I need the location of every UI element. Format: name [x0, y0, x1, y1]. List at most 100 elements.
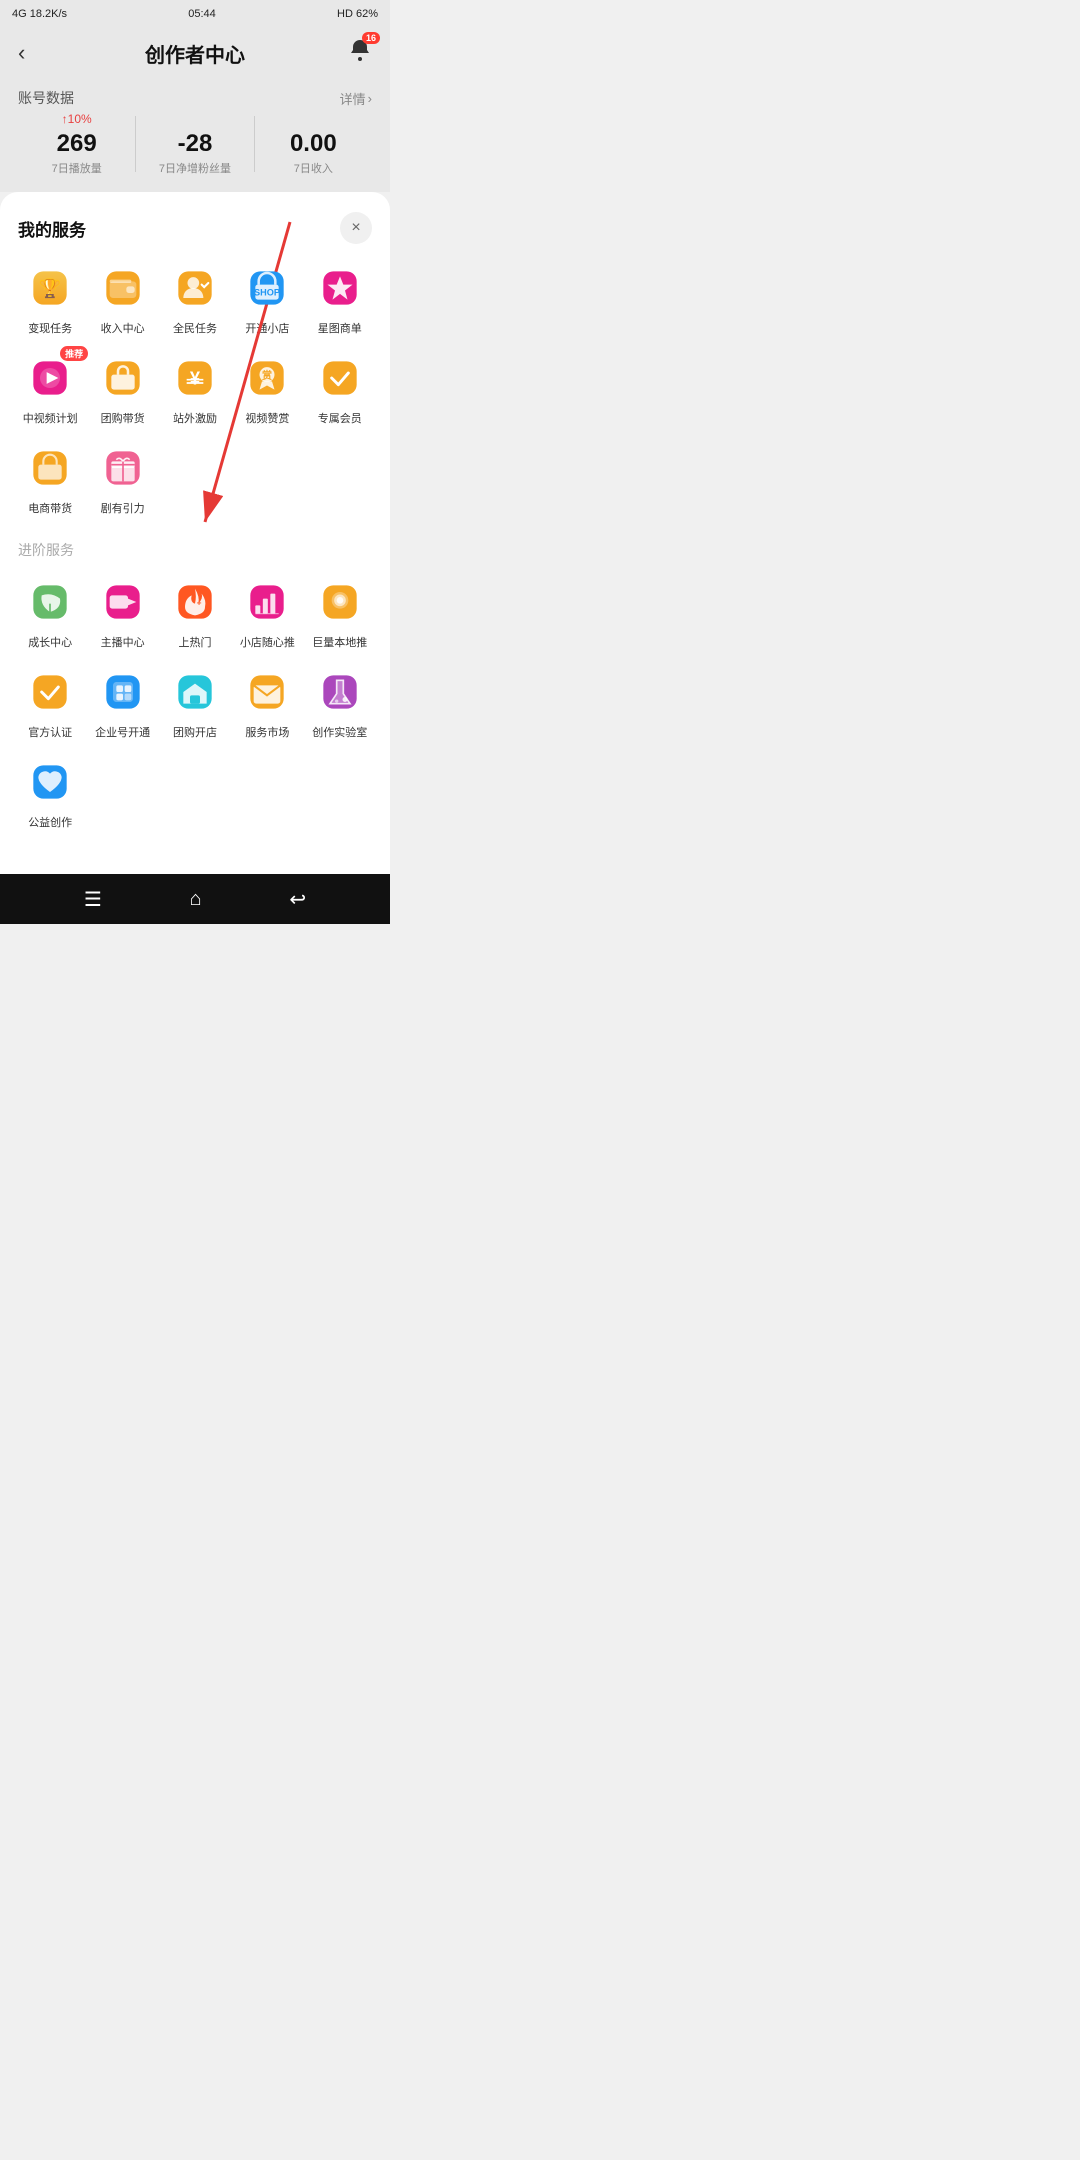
service-icon-zhubo: [97, 576, 149, 628]
service-item-shouru[interactable]: 收入中心: [90, 262, 154, 336]
service-label-juyou: 剧有引力: [101, 500, 145, 516]
service-item-quanmin[interactable]: 全民任务: [163, 262, 227, 336]
stat-plays: ↑10% 269 7日播放量: [18, 112, 135, 176]
service-icon-kaitong: SHOP: [241, 262, 293, 314]
service-item-chuangzuo[interactable]: 创作实验室: [308, 666, 372, 740]
service-label-kaitong: 开通小店: [245, 320, 289, 336]
service-item-guanfang[interactable]: 官方认证: [18, 666, 82, 740]
service-label-tuangouopen: 团购开店: [173, 724, 217, 740]
service-icon-zhuanshu: [314, 352, 366, 404]
stat-desc: 7日收入: [255, 160, 372, 176]
stat-fans: -28 7日净增粉丝量: [136, 112, 253, 176]
service-item-shipinzan[interactable]: 赏视频赞赏: [235, 352, 299, 426]
svg-text:SHOP: SHOP: [254, 288, 280, 298]
service-item-qiyehao[interactable]: 企业号开通: [90, 666, 154, 740]
service-item-juliang[interactable]: 巨量本地推: [308, 576, 372, 650]
service-icon-suixin: [241, 576, 293, 628]
service-item-fuwu[interactable]: 服务市场: [235, 666, 299, 740]
stat-desc: 7日播放量: [18, 160, 135, 176]
service-label-shangremen: 上热门: [178, 634, 211, 650]
service-label-suixin: 小店随心推: [240, 634, 295, 650]
nav-home-icon[interactable]: ⌂: [190, 888, 202, 911]
service-label-chuangzuo: 创作实验室: [312, 724, 367, 740]
svg-text:¥: ¥: [190, 368, 201, 389]
stats-header: 账号数据 详情 ›: [18, 88, 372, 108]
service-icon-bianzian: 🏆: [24, 262, 76, 314]
service-label-quanmin: 全民任务: [173, 320, 217, 336]
status-left: 4G 18.2K/s: [12, 8, 67, 20]
page-title: 创作者中心: [145, 39, 245, 68]
service-item-dianshang[interactable]: 电商带货: [18, 442, 82, 516]
service-label-juliang: 巨量本地推: [312, 634, 367, 650]
stats-bar: 账号数据 详情 › ↑10% 269 7日播放量 -28 7日净增粉丝量 0.0…: [0, 78, 390, 192]
status-bar: 4G 18.2K/s 05:44 HD 62%: [0, 0, 390, 28]
service-label-bianzian: 变现任务: [28, 320, 72, 336]
back-button[interactable]: ‹: [18, 40, 25, 66]
notification-badge: 16: [362, 32, 380, 44]
nav-menu-icon[interactable]: ☰: [84, 887, 102, 912]
service-icon-chengzhang: [24, 576, 76, 628]
my-services-header: 我的服务 ×: [18, 212, 372, 244]
stats-label: 账号数据: [18, 88, 74, 108]
battery-text: HD 62%: [337, 8, 378, 20]
service-label-shouru: 收入中心: [101, 320, 145, 336]
bottom-nav: ☰ ⌂ ↩: [0, 874, 390, 924]
main-card: 我的服务 × 🏆变现任务收入中心全民任务SHOP开通小店星图商单推荐中视频计划团…: [0, 192, 390, 874]
service-icon-tuangou: [97, 352, 149, 404]
status-time: 05:44: [188, 8, 216, 20]
service-label-zhubo: 主播中心: [101, 634, 145, 650]
service-icon-guanfang: [24, 666, 76, 718]
my-services-title: 我的服务: [18, 216, 86, 241]
service-item-zhanzao[interactable]: ¥ 站外激励: [163, 352, 227, 426]
service-item-gongyi[interactable]: 公益创作: [18, 756, 82, 830]
service-item-tuangouopen[interactable]: 团购开店: [163, 666, 227, 740]
service-icon-qiyehao: [97, 666, 149, 718]
service-label-xingtupink: 星图商单: [318, 320, 362, 336]
service-item-xingtupink[interactable]: 星图商单: [308, 262, 372, 336]
service-label-zhanzao: 站外激励: [173, 410, 217, 426]
stats-row: ↑10% 269 7日播放量 -28 7日净增粉丝量 0.00 7日收入: [18, 112, 372, 176]
service-label-guanfang: 官方认证: [28, 724, 72, 740]
service-icon-juliang: [314, 576, 366, 628]
service-icon-fuwu: [241, 666, 293, 718]
service-item-kaitong[interactable]: SHOP 开通小店: [235, 262, 299, 336]
service-label-zhongshipin: 中视频计划: [23, 410, 78, 426]
service-label-qiyehao: 企业号开通: [95, 724, 150, 740]
service-label-gongyi: 公益创作: [28, 814, 72, 830]
service-icon-dianshang: [24, 442, 76, 494]
service-item-shangremen[interactable]: + 上热门: [163, 576, 227, 650]
service-label-tuangou: 团购带货: [101, 410, 145, 426]
advanced-services-title: 进阶服务: [18, 540, 372, 560]
bell-button[interactable]: 16: [348, 38, 372, 68]
service-icon-quanmin: [169, 262, 221, 314]
service-item-zhongshipin[interactable]: 推荐中视频计划: [18, 352, 82, 426]
advanced-services-grid: 成长中心主播中心 + 上热门 小店随心推 巨量本地推官方认证 企业号开通 团购开店 服务市场 创…: [18, 576, 372, 830]
service-icon-tuangouopen: [169, 666, 221, 718]
service-icon-zhongshipin: 推荐: [24, 352, 76, 404]
stat-value: 0.00: [255, 130, 372, 158]
service-item-suixin[interactable]: 小店随心推: [235, 576, 299, 650]
stats-detail-link[interactable]: 详情 ›: [340, 89, 372, 108]
stat-value: -28: [136, 130, 253, 158]
service-item-chengzhang[interactable]: 成长中心: [18, 576, 82, 650]
service-item-tuangou[interactable]: 团购带货: [90, 352, 154, 426]
service-label-shipinzan: 视频赞赏: [245, 410, 289, 426]
close-button[interactable]: ×: [340, 212, 372, 244]
signal-text: 4G 18.2K/s: [12, 8, 67, 20]
service-label-dianshang: 电商带货: [28, 500, 72, 516]
status-right: HD 62%: [337, 8, 378, 20]
svg-text:🏆: 🏆: [39, 278, 62, 300]
recommend-badge: 推荐: [60, 346, 88, 361]
service-item-zhubo[interactable]: 主播中心: [90, 576, 154, 650]
nav-back-icon[interactable]: ↩: [289, 887, 306, 912]
service-icon-chuangzuo: [314, 666, 366, 718]
service-icon-shouru: [97, 262, 149, 314]
service-item-juyou[interactable]: 剧有引力: [90, 442, 154, 516]
service-item-zhuanshu[interactable]: 专属会员: [308, 352, 372, 426]
service-icon-shangremen: +: [169, 576, 221, 628]
service-icon-xingtupink: [314, 262, 366, 314]
service-label-fuwu: 服务市场: [245, 724, 289, 740]
stat-trend: ↑10%: [18, 112, 135, 128]
my-services-grid: 🏆变现任务收入中心全民任务SHOP开通小店星图商单推荐中视频计划团购带货¥站外激…: [18, 262, 372, 516]
service-item-bianzian[interactable]: 🏆 变现任务: [18, 262, 82, 336]
